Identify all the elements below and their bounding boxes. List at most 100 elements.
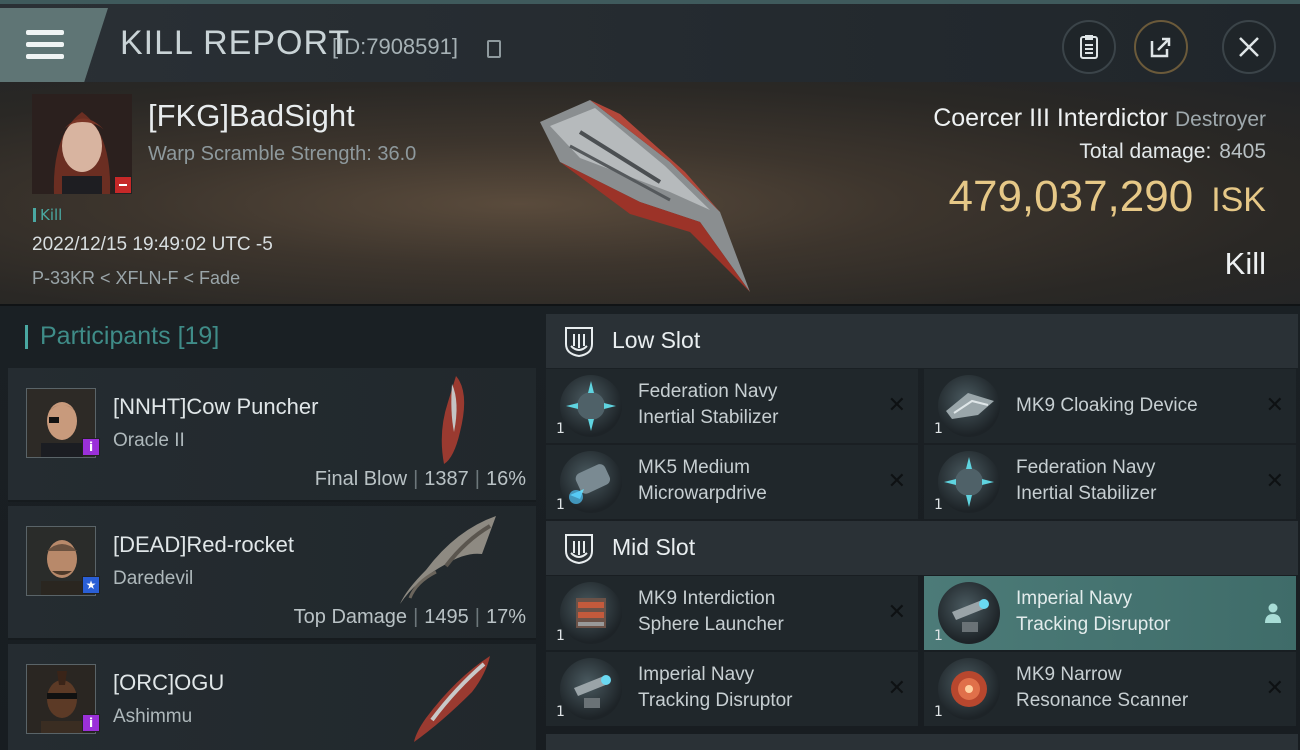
participant-name[interactable]: [NNHT]Cow Puncher bbox=[113, 394, 318, 420]
module-name-line2: Resonance Scanner bbox=[1016, 690, 1189, 711]
isk-value: 479,037,290 ISK bbox=[949, 172, 1267, 222]
module-qty: 1 bbox=[934, 704, 943, 720]
module-qty: 1 bbox=[556, 628, 565, 644]
ship-name-text: Coercer III Interdictor bbox=[933, 104, 1169, 132]
total-damage: Total damage: 8405 bbox=[1079, 140, 1266, 164]
result-label: Kill bbox=[1224, 246, 1266, 281]
module-name-line2: Microwarpdrive bbox=[638, 483, 767, 504]
x-icon[interactable]: ✕ bbox=[1266, 469, 1284, 494]
x-icon[interactable]: ✕ bbox=[888, 600, 906, 625]
share-button[interactable] bbox=[1134, 20, 1188, 74]
slot-shield-icon bbox=[565, 534, 593, 565]
module-name: Federation Navy Inertial Stabilizer bbox=[638, 379, 868, 431]
copy-icon[interactable] bbox=[487, 40, 501, 58]
participant-damage: 1495 bbox=[424, 606, 469, 628]
module-item[interactable]: 1 Federation Navy Inertial Stabilizer ✕ bbox=[924, 445, 1296, 519]
security-badge: ★ bbox=[82, 576, 100, 594]
participant-card[interactable]: i [ORC]OGU Ashimmu bbox=[8, 644, 536, 750]
module-name-line2: Sphere Launcher bbox=[638, 614, 784, 635]
module-item[interactable]: 1 Imperial Navy Tracking Disruptor bbox=[924, 576, 1296, 650]
module-name: MK5 Medium Microwarpdrive bbox=[638, 455, 868, 507]
module-name-line2: Inertial Stabilizer bbox=[1016, 483, 1157, 504]
x-icon[interactable]: ✕ bbox=[888, 469, 906, 494]
victim-ship-image[interactable] bbox=[520, 92, 770, 302]
total-damage-label: Total damage: bbox=[1079, 140, 1212, 163]
clipboard-button[interactable] bbox=[1062, 20, 1116, 74]
x-icon[interactable]: ✕ bbox=[1266, 676, 1284, 701]
x-icon[interactable]: ✕ bbox=[888, 393, 906, 418]
participants-header: Participants [19] bbox=[24, 322, 220, 351]
ship-class: Destroyer bbox=[1174, 108, 1266, 131]
module-qty: 1 bbox=[934, 628, 943, 644]
module-item[interactable]: 1 Imperial Navy Tracking Disruptor ✕ bbox=[546, 652, 918, 726]
victim-ship-name[interactable]: Coercer III Interdictor Destroyer bbox=[933, 104, 1266, 133]
participant-name[interactable]: [ORC]OGU bbox=[113, 670, 224, 696]
module-qty: 1 bbox=[934, 421, 943, 437]
participant-card[interactable]: ★ [DEAD]Red-rocket Daredevil Top Damage |… bbox=[8, 506, 536, 640]
kill-tag: Kill bbox=[33, 206, 62, 224]
module-name-line2: Tracking Disruptor bbox=[638, 690, 793, 711]
module-item[interactable]: 1 MK9 Cloaking Device ✕ bbox=[924, 369, 1296, 443]
module-item[interactable]: 1 MK9 Narrow Resonance Scanner ✕ bbox=[924, 652, 1296, 726]
participant-stats: Top Damage | 1495 | 17% bbox=[293, 606, 526, 628]
victim-name[interactable]: [FKG]BadSight bbox=[148, 98, 355, 134]
security-badge: i bbox=[82, 438, 100, 456]
participants-label: Participants bbox=[40, 322, 171, 350]
mid-slot-header: Mid Slot bbox=[546, 521, 1298, 575]
module-name-line1: Imperial Navy bbox=[1016, 588, 1133, 609]
x-icon[interactable]: ✕ bbox=[888, 676, 906, 701]
participant-percent: 16% bbox=[485, 468, 526, 490]
module-name-line1: MK5 Medium bbox=[638, 457, 750, 478]
share-icon bbox=[1150, 37, 1171, 58]
module-item[interactable]: 1 MK5 Medium Microwarpdrive ✕ bbox=[546, 445, 918, 519]
microwarpdrive-icon bbox=[560, 451, 622, 513]
x-icon[interactable]: ✕ bbox=[1266, 393, 1284, 418]
clipboard-icon bbox=[1080, 35, 1098, 59]
inertial-stabilizer-icon bbox=[938, 451, 1000, 513]
module-name: Imperial Navy Tracking Disruptor bbox=[1016, 586, 1246, 638]
participant-role: Final Blow bbox=[314, 468, 408, 490]
isk-amount: 479,037,290 bbox=[948, 172, 1194, 221]
kill-report-screen: KILL REPORT [ID:7908591] [FKG]BadSight W… bbox=[0, 0, 1300, 750]
participant-damage: 1387 bbox=[424, 468, 469, 490]
module-name-line2: Tracking Disruptor bbox=[1016, 614, 1171, 635]
participant-ship-image bbox=[414, 656, 490, 742]
cloaking-device-icon bbox=[938, 375, 1000, 437]
low-slot-label: Low Slot bbox=[612, 327, 701, 353]
header-bar: KILL REPORT [ID:7908591] bbox=[0, 0, 1300, 82]
participant-stats: Final Blow | 1387 | 16% bbox=[314, 468, 526, 490]
person-icon bbox=[1265, 603, 1281, 623]
module-item[interactable]: 1 MK9 Interdiction Sphere Launcher ✕ bbox=[546, 576, 918, 650]
sphere-launcher-icon bbox=[560, 582, 622, 644]
security-status-badge bbox=[114, 176, 132, 194]
participants-count: [19] bbox=[177, 322, 220, 350]
next-slot-header bbox=[546, 734, 1298, 750]
kill-location[interactable]: P-33KR < XFLN-F < Fade bbox=[32, 268, 240, 289]
module-qty: 1 bbox=[556, 704, 565, 720]
total-damage-value: 8405 bbox=[1219, 140, 1266, 163]
tracking-disruptor-icon bbox=[560, 658, 622, 720]
module-qty: 1 bbox=[934, 497, 943, 513]
module-qty: 1 bbox=[556, 497, 565, 513]
module-item[interactable]: 1 Federation Navy Inertial Stabilizer ✕ bbox=[546, 369, 918, 443]
participant-role: Top Damage bbox=[293, 606, 408, 628]
low-slot-header: Low Slot bbox=[546, 314, 1298, 368]
mid-slot-label: Mid Slot bbox=[612, 534, 696, 560]
close-button[interactable] bbox=[1222, 20, 1276, 74]
close-icon bbox=[1239, 37, 1259, 57]
module-name-line1: MK9 Cloaking Device bbox=[1016, 395, 1198, 416]
participant-ship-image bbox=[441, 376, 465, 464]
kill-datetime: 2022/12/15 19:49:02 UTC -5 bbox=[32, 234, 273, 255]
module-name-line2: Inertial Stabilizer bbox=[638, 407, 779, 428]
isk-unit: ISK bbox=[1211, 181, 1266, 219]
menu-button[interactable] bbox=[0, 8, 108, 82]
tracking-disruptor-icon bbox=[938, 582, 1000, 644]
page-title: KILL REPORT bbox=[120, 24, 351, 62]
participant-ship: Ashimmu bbox=[113, 706, 193, 727]
participant-ship-image bbox=[400, 516, 496, 604]
module-name: MK9 Cloaking Device bbox=[1016, 393, 1246, 419]
participant-name[interactable]: [DEAD]Red-rocket bbox=[113, 532, 294, 558]
victim-panel: [FKG]BadSight Warp Scramble Strength: 36… bbox=[0, 82, 1300, 306]
module-name: MK9 Interdiction Sphere Launcher bbox=[638, 586, 868, 638]
participant-card[interactable]: i [NNHT]Cow Puncher Oracle II Final Blow… bbox=[8, 368, 536, 502]
